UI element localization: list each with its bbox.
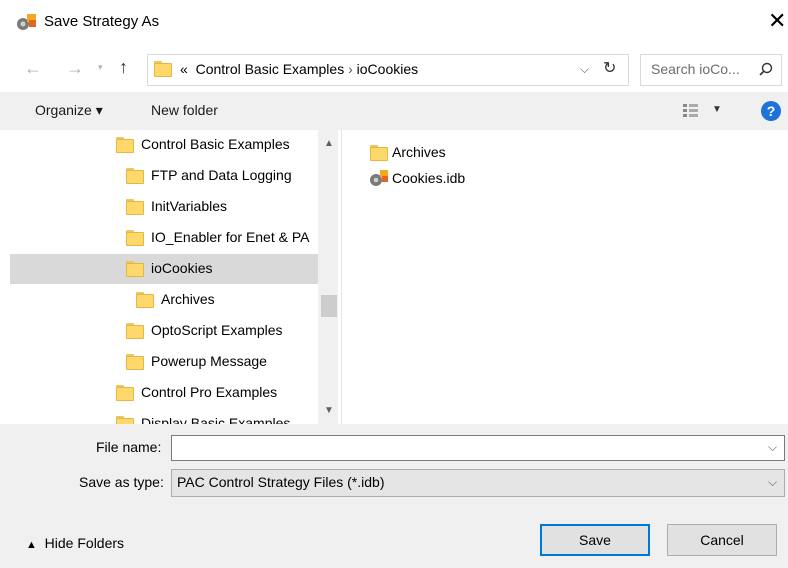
tree-item-label: Archives [161,291,215,307]
tree-item[interactable]: Display Basic Examples [10,409,330,424]
tree-item[interactable]: Archives [10,285,330,315]
breadcrumb: « Control Basic Examples › ioCookies [180,61,418,77]
forward-icon[interactable]: → [66,58,84,79]
file-item-label: Archives [392,144,446,160]
new-folder-button[interactable]: New folder [151,102,218,118]
scroll-down-icon[interactable]: ▼ [324,405,334,416]
folder-icon [136,292,154,308]
tree-item-label: InitVariables [151,198,228,214]
folder-icon [126,261,144,277]
tree-item[interactable]: InitVariables [10,192,330,222]
folder-icon [116,385,134,401]
tree-item[interactable]: Control Pro Examples [10,378,330,408]
folder-icon [126,354,144,370]
up-arrow-icon[interactable]: ↑ [119,57,128,78]
tree-item[interactable]: OptoScript Examples [10,316,330,346]
close-icon[interactable]: ✕ [768,8,786,34]
tree-item-label: Display Basic Examples [141,415,291,424]
search-icon [759,62,773,76]
file-name-field[interactable]: ⌵ [171,435,785,461]
strategy-file-icon [370,170,388,186]
navigation-pane[interactable]: Control Basic Examples FTP and Data Logg… [10,130,340,424]
folder-icon [126,230,144,246]
address-dropdown-icon[interactable]: ⌵ [580,62,589,77]
chevron-down-icon[interactable]: ⌵ [768,475,777,490]
folder-icon [116,137,134,153]
tree-item-label: IO_Enabler for Enet & PA [151,229,310,245]
chevron-down-icon[interactable]: ⌵ [768,440,777,455]
help-icon[interactable]: ? [761,101,781,121]
tree-scrollbar[interactable] [318,130,338,424]
tree-item-label: Powerup Message [151,353,267,369]
hide-folders-label: Hide Folders [44,535,125,551]
folder-icon [126,199,144,215]
folder-icon [126,168,144,184]
chevron-up-icon: ▲ [26,539,37,551]
file-item[interactable]: Cookies.idb [368,168,568,190]
breadcrumb-overflow[interactable]: « [180,61,188,77]
tree-item-label: FTP and Data Logging [151,167,292,183]
file-name-label: File name: [96,439,162,455]
title-bar: Save Strategy As ✕ [0,0,788,44]
folder-icon [154,61,172,77]
file-item-label: Cookies.idb [392,170,466,186]
breadcrumb-separator[interactable]: › [348,61,353,77]
tree-item-label: OptoScript Examples [151,322,283,338]
tree-item-selected[interactable]: ioCookies [10,254,318,284]
search-input[interactable]: Search ioCo... [651,61,740,77]
file-list[interactable]: Archives Cookies.idb [342,130,788,424]
folder-icon [116,416,134,424]
file-item[interactable]: Archives [368,142,568,164]
recent-locations-icon[interactable]: ▾ [98,62,103,73]
window-title: Save Strategy As [44,13,160,30]
folder-icon [126,323,144,339]
folder-icon [370,145,388,161]
view-dropdown-icon[interactable]: ▼ [712,104,722,115]
save-type-label: Save as type: [79,474,164,490]
breadcrumb-item[interactable]: Control Basic Examples [196,61,345,77]
save-type-select[interactable]: PAC Control Strategy Files (*.idb) ⌵ [171,469,785,497]
address-bar[interactable]: « Control Basic Examples › ioCookies ⌵ ↻ [147,54,629,86]
organize-button[interactable]: Organize ▾ [35,102,103,119]
save-type-value: PAC Control Strategy Files (*.idb) [177,474,385,490]
back-icon[interactable]: ← [24,58,42,79]
tree-item[interactable]: FTP and Data Logging [10,161,330,191]
tree-item-label: Control Basic Examples [141,136,290,152]
tree-item[interactable]: Control Basic Examples [10,130,330,160]
scroll-up-icon[interactable]: ▲ [324,138,334,149]
tree-item[interactable]: IO_Enabler for Enet & PA [10,223,330,253]
save-button[interactable]: Save [540,524,650,556]
search-box[interactable]: Search ioCo... [640,54,782,86]
hide-folders-toggle[interactable]: ▲ Hide Folders [26,535,124,551]
cancel-button[interactable]: Cancel [667,524,777,556]
tree-item-label: Control Pro Examples [141,384,278,400]
view-options-icon[interactable] [683,104,699,118]
command-bar: Organize ▾ New folder ▼ ? [0,92,788,130]
scrollbar-thumb[interactable] [321,295,337,317]
breadcrumb-item[interactable]: ioCookies [357,61,418,77]
tree-item[interactable]: Powerup Message [10,347,330,377]
tree-item-label: ioCookies [151,260,213,276]
refresh-icon[interactable]: ↻ [603,58,616,78]
app-icon [17,14,36,30]
